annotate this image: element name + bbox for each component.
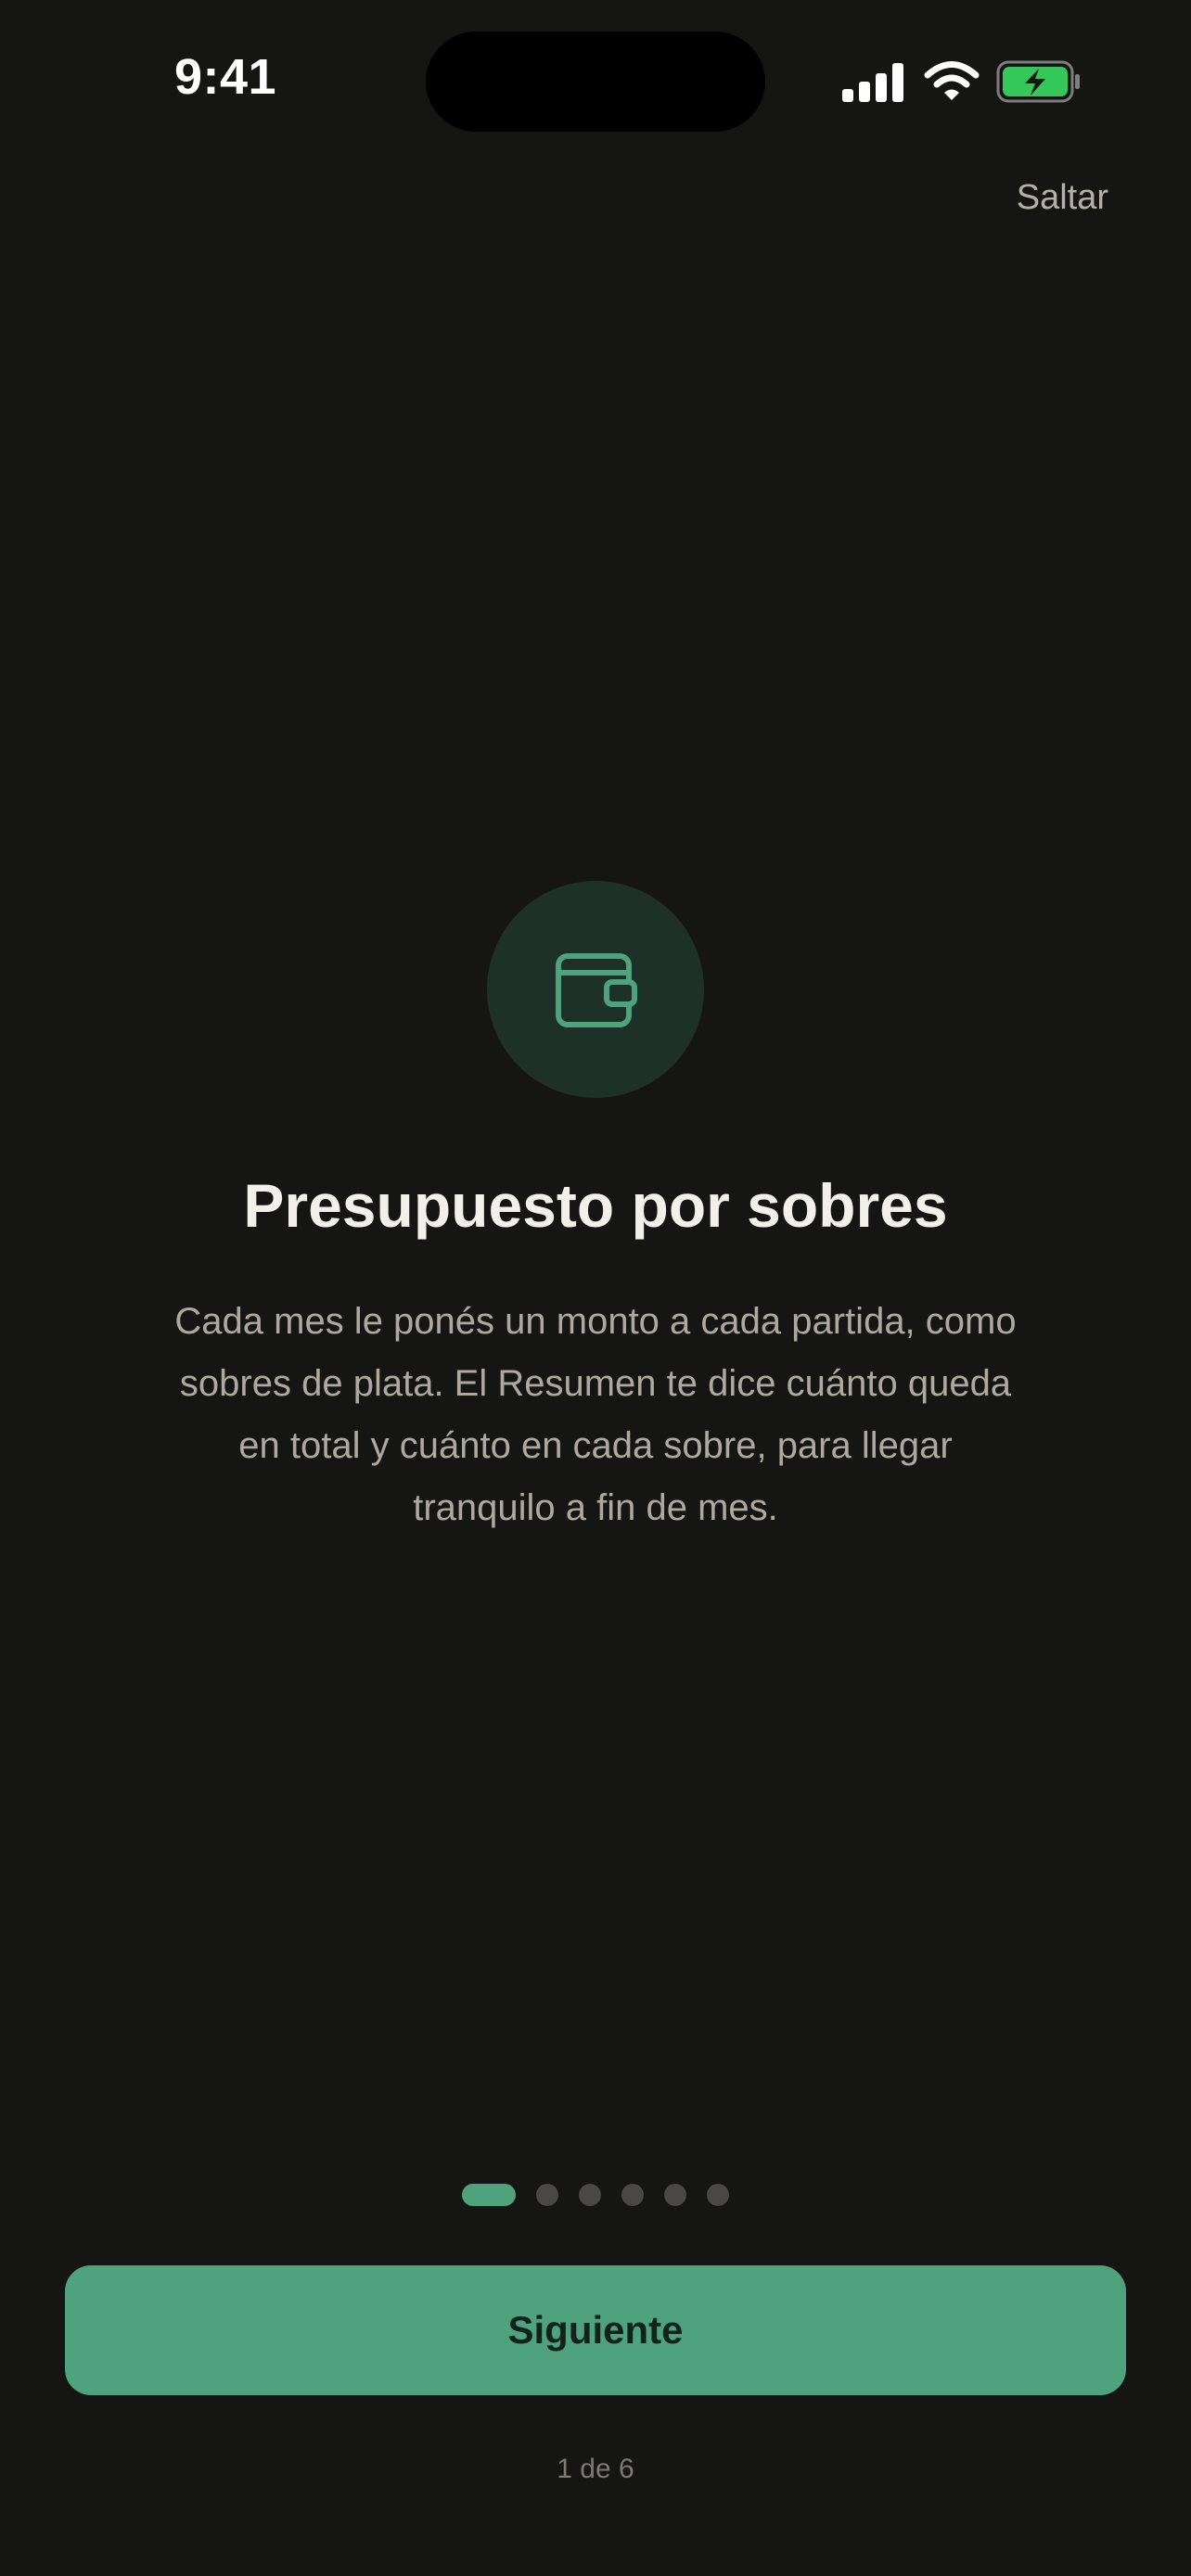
pager-dots: [0, 2184, 1191, 2206]
wifi-icon: [924, 61, 980, 100]
status-icons: [842, 59, 1083, 106]
pager-dot: [664, 2184, 686, 2206]
pager-dot: [621, 2184, 644, 2206]
signal-icon: [842, 63, 903, 102]
hero-icon-circle: [487, 881, 704, 1098]
page-title: Presupuesto por sobres: [243, 1171, 948, 1240]
pager-dot: [579, 2184, 601, 2206]
page-description: Cada mes le ponés un monto a cada partid…: [174, 1301, 1017, 1528]
step-counter: 1 de 6: [557, 2454, 634, 2484]
wallet-icon: [556, 953, 637, 1027]
pager-dot-active: [462, 2184, 516, 2206]
status-bar: 9:41: [0, 0, 1191, 148]
status-time: 9:41: [174, 49, 277, 105]
skip-button[interactable]: Saltar: [1017, 178, 1108, 218]
dynamic-island: [426, 32, 765, 132]
pager-dot: [536, 2184, 558, 2206]
pager-dot: [707, 2184, 729, 2206]
next-button-label: Siguiente: [507, 2308, 684, 2352]
battery-charging-icon: [996, 60, 1080, 103]
next-button[interactable]: Siguiente: [65, 2265, 1126, 2395]
